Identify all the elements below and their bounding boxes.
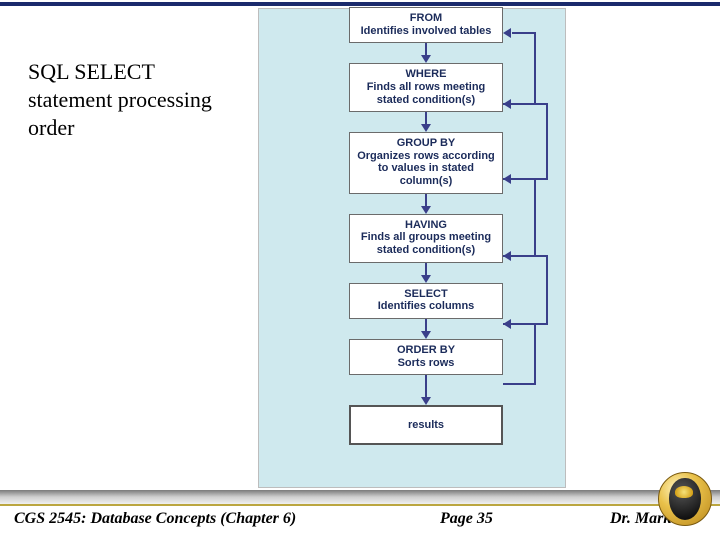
footer-page: Page 35 xyxy=(440,510,493,528)
flow-column: FROM Identifies involved tables WHERE Fi… xyxy=(349,9,503,445)
step-where: WHERE Finds all rows meeting stated cond… xyxy=(349,63,503,112)
arrow-down-icon xyxy=(349,194,503,214)
step-desc: Identifies involved tables xyxy=(354,25,498,38)
results-box: results xyxy=(349,405,503,445)
step-keyword: SELECT xyxy=(354,288,498,301)
step-desc: Organizes rows according to values in st… xyxy=(354,150,498,188)
arrow-down-icon xyxy=(349,375,503,405)
step-keyword: HAVING xyxy=(354,219,498,232)
footer: CGS 2545: Database Concepts (Chapter 6) … xyxy=(0,490,720,540)
step-having: HAVING Finds all groups meeting stated c… xyxy=(349,214,503,263)
step-from: FROM Identifies involved tables xyxy=(349,7,503,43)
step-orderby: ORDER BY Sorts rows xyxy=(349,339,503,375)
results-label: results xyxy=(408,419,444,431)
arrow-down-icon xyxy=(349,43,503,63)
pegasus-icon xyxy=(669,478,701,520)
top-rule xyxy=(0,2,720,6)
step-keyword: GROUP BY xyxy=(354,137,498,150)
step-desc: Finds all rows meeting stated condition(… xyxy=(354,81,498,106)
step-desc: Sorts rows xyxy=(354,357,498,370)
step-desc: Identifies columns xyxy=(354,300,498,313)
step-select: SELECT Identifies columns xyxy=(349,283,503,319)
step-keyword: WHERE xyxy=(354,68,498,81)
arrow-down-icon xyxy=(349,263,503,283)
arrow-down-icon xyxy=(349,112,503,132)
flowchart-panel: FROM Identifies involved tables WHERE Fi… xyxy=(258,8,566,488)
page-title: SQL SELECT statement processing order xyxy=(28,58,228,142)
step-keyword: FROM xyxy=(354,12,498,25)
arrow-down-icon xyxy=(349,319,503,339)
footer-course: CGS 2545: Database Concepts (Chapter 6) xyxy=(14,510,296,528)
footer-gold-line xyxy=(0,504,720,506)
step-groupby: GROUP BY Organizes rows according to val… xyxy=(349,132,503,194)
footer-gradient-bar xyxy=(0,490,720,504)
step-desc: Finds all groups meeting stated conditio… xyxy=(354,231,498,256)
step-keyword: ORDER BY xyxy=(354,344,498,357)
ucf-logo-icon xyxy=(658,472,712,526)
